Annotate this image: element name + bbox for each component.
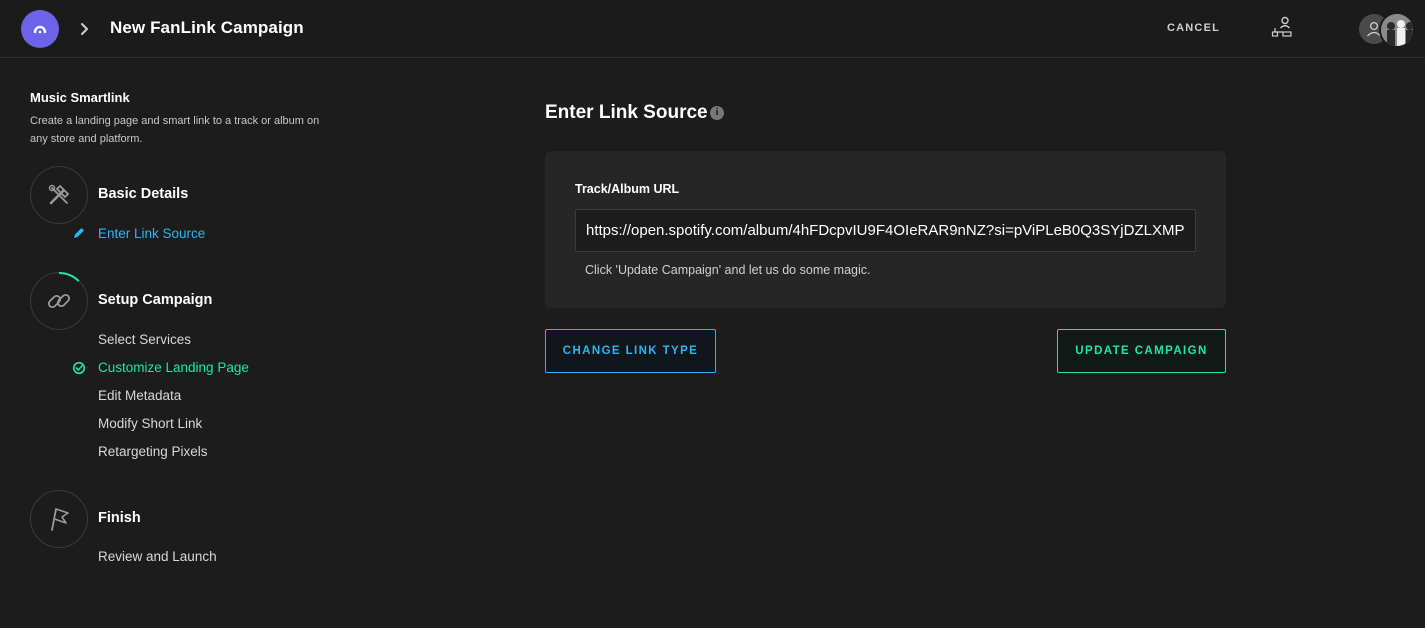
substep-modify-short-link[interactable]: Modify Short Link: [98, 416, 202, 431]
artist-photo-icon: [1381, 14, 1413, 46]
step-basic-details-icon: [30, 166, 88, 224]
section-heading: Enter Link Source: [545, 102, 708, 123]
org-chart-icon[interactable]: [1271, 16, 1293, 38]
step-finish-icon: [30, 490, 88, 548]
substep-retargeting-pixels[interactable]: Retargeting Pixels: [98, 444, 208, 459]
campaign-type-description: Create a landing page and smart link to …: [30, 115, 320, 145]
substep-customize-landing-page[interactable]: Customize Landing Page: [98, 360, 249, 375]
flag-icon: [51, 508, 69, 531]
substep-select-services[interactable]: Select Services: [98, 332, 191, 347]
track-album-url-input[interactable]: [575, 209, 1196, 252]
substep-review-and-launch[interactable]: Review and Launch: [98, 549, 217, 564]
url-hint-text: Click 'Update Campaign' and let us do so…: [585, 263, 871, 277]
account-menu[interactable]: [1357, 10, 1419, 50]
update-campaign-button[interactable]: UPDATE CAMPAIGN: [1057, 329, 1226, 373]
url-field-label: Track/Album URL: [575, 182, 680, 196]
substep-edit-metadata[interactable]: Edit Metadata: [98, 388, 181, 403]
link-source-card: Track/Album URL Click 'Update Campaign' …: [545, 151, 1226, 308]
substep-enter-link-source[interactable]: Enter Link Source: [98, 226, 205, 241]
cancel-button[interactable]: CANCEL: [1167, 22, 1220, 34]
tools-icon: [48, 184, 70, 205]
step-progress-arc: [58, 272, 80, 282]
artist-avatar[interactable]: [1379, 12, 1415, 48]
page-title: New FanLink Campaign: [110, 18, 304, 37]
step-title-setup-campaign: Setup Campaign: [98, 292, 213, 308]
step-title-finish: Finish: [98, 510, 141, 526]
campaign-type-title: Music Smartlink: [30, 90, 130, 105]
chevron-right-icon: [81, 23, 88, 35]
change-link-type-button[interactable]: CHANGE LINK TYPE: [545, 329, 716, 373]
pencil-icon: [74, 228, 84, 238]
check-circle-icon: [72, 361, 86, 375]
info-icon[interactable]: i: [710, 106, 724, 120]
logo-arc-icon: [33, 25, 47, 34]
top-bar: New FanLink Campaign CANCEL: [0, 0, 1425, 58]
toneden-logo-icon[interactable]: [21, 10, 59, 48]
step-title-basic-details: Basic Details: [98, 186, 189, 202]
